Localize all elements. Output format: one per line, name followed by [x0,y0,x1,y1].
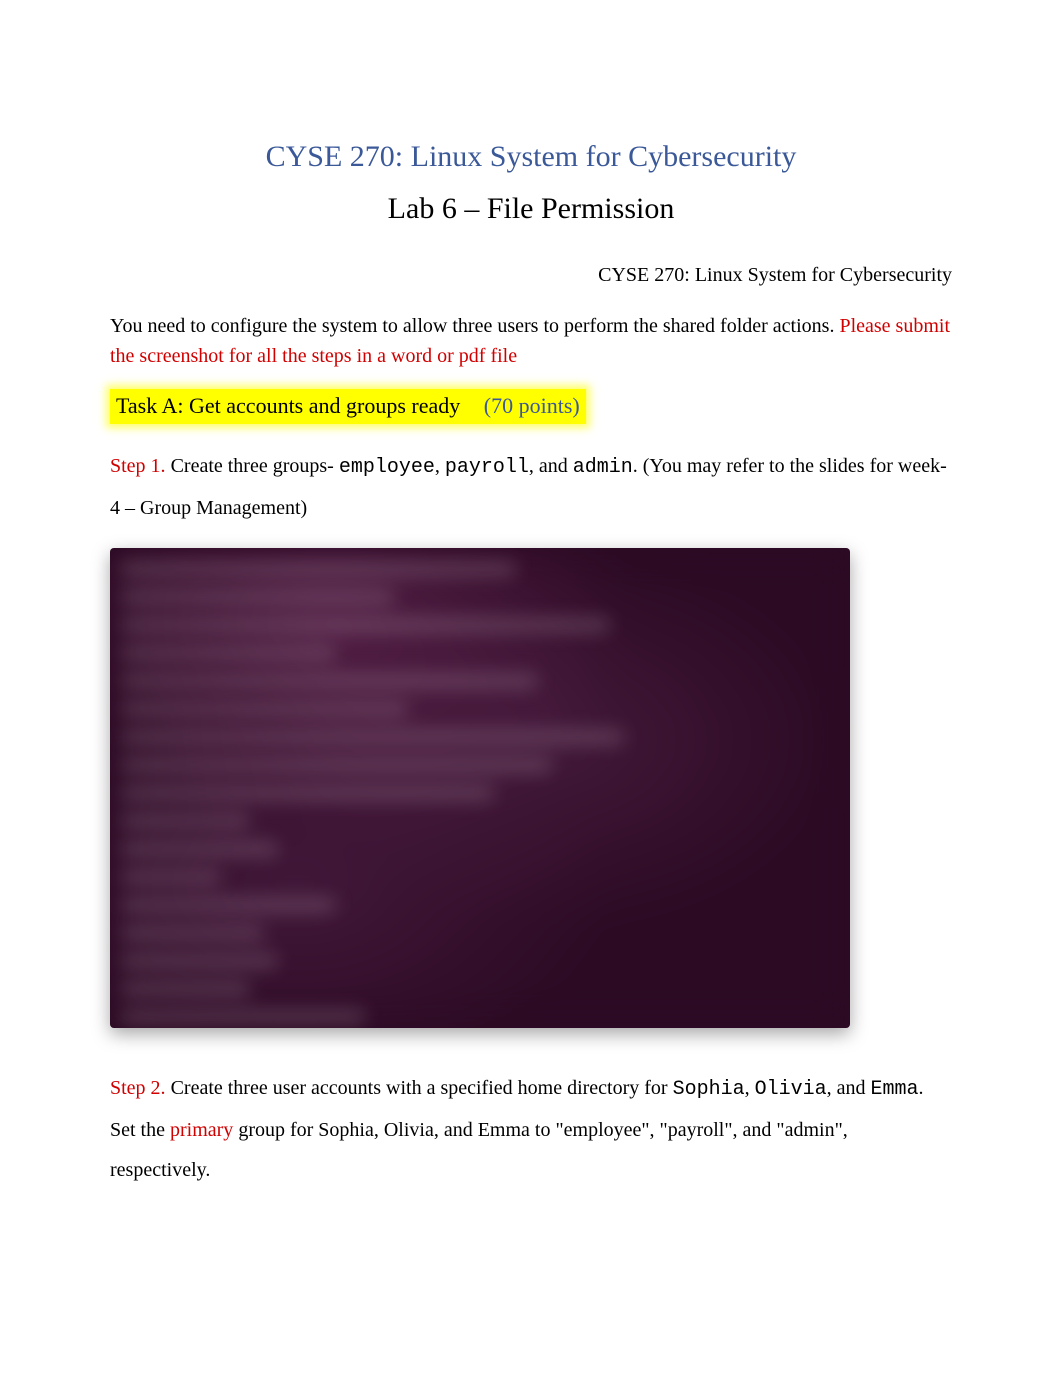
primary-keyword: primary [170,1119,233,1141]
group-employee: employee [339,456,435,479]
step-1-paragraph: Step 1. Create three groups- employee, p… [110,446,952,528]
intro-paragraph: You need to configure the system to allo… [110,311,952,371]
lab-title: Lab 6 – File Permission [110,192,952,226]
task-a-points: (70 points) [484,393,580,418]
task-a-heading-wrapper: Task A: Get accounts and groups ready (7… [110,389,952,446]
header-course-line: CYSE 270: Linux System for Cybersecurity [110,264,952,287]
group-admin: admin [573,456,633,479]
intro-text: You need to configure the system to allo… [110,315,839,337]
course-title: CYSE 270: Linux System for Cybersecurity [110,140,952,174]
user-olivia: Olivia [755,1078,827,1101]
step-2-text-a: Create three user accounts with a specif… [171,1077,673,1099]
user-sophia: Sophia [673,1078,745,1101]
sep: , and [529,455,573,477]
sep: , and [827,1077,871,1099]
task-a-label: Task A: Get accounts and groups ready [116,393,460,418]
user-emma: Emma [871,1078,919,1101]
terminal-screenshot-placeholder [110,548,850,1028]
step-2-label: Step 2. [110,1077,166,1099]
terminal-blurred-lines [110,548,850,1028]
sep: , [435,455,445,477]
task-a-heading: Task A: Get accounts and groups ready (7… [110,389,586,424]
document-page: CYSE 270: Linux System for Cybersecurity… [0,0,1062,1270]
step-2-paragraph: Step 2. Create three user accounts with … [110,1068,952,1190]
step-1-label: Step 1. [110,455,166,477]
sep: , [745,1077,755,1099]
step-1-text-a: Create three groups- [171,455,339,477]
group-payroll: payroll [445,456,529,479]
